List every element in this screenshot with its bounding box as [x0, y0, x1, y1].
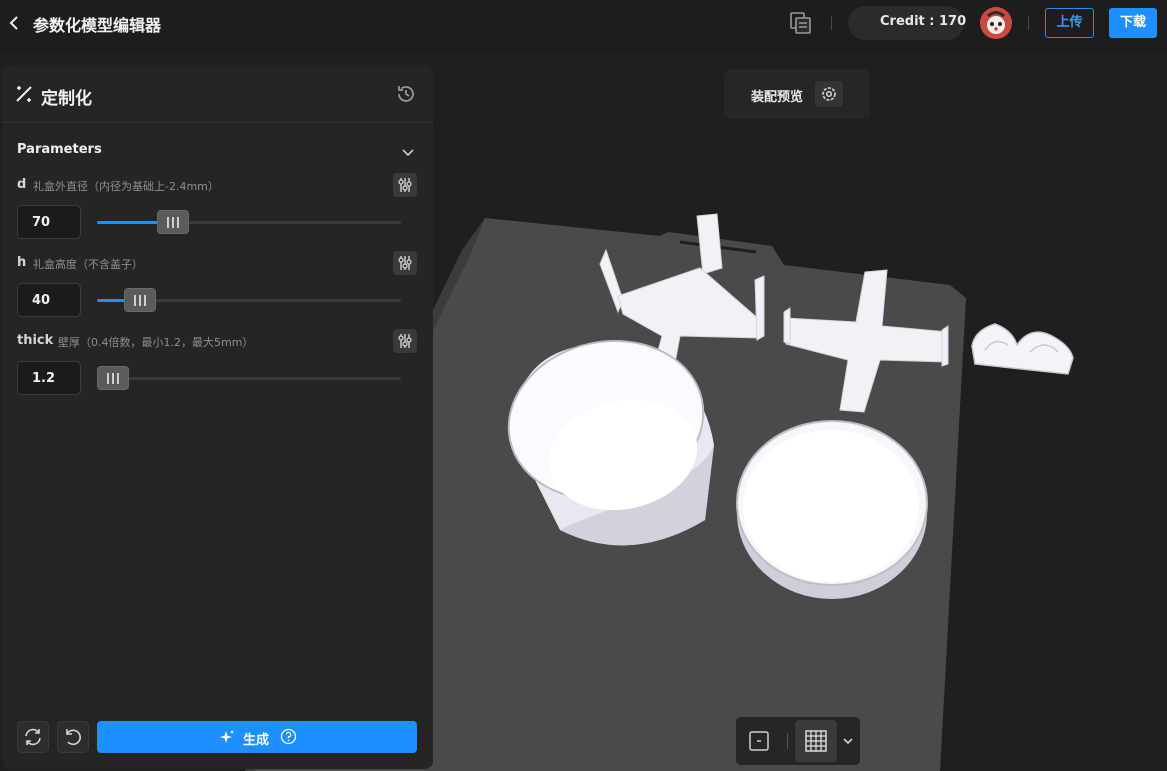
grid-view-icon[interactable] — [795, 720, 837, 762]
magic-wand-icon — [14, 84, 34, 104]
chevron-down-icon[interactable] — [401, 144, 415, 157]
panel-title: 定制化 — [41, 89, 92, 109]
param-d-input[interactable] — [17, 205, 81, 239]
slider-thumb[interactable] — [156, 210, 189, 234]
param-d-slider[interactable] — [97, 210, 401, 234]
param-h-input[interactable] — [17, 283, 81, 317]
param-name: thick — [17, 333, 54, 348]
sliders-icon[interactable] — [393, 329, 417, 353]
divider — [2, 122, 433, 123]
history-icon[interactable] — [394, 82, 418, 106]
undo-button[interactable] — [57, 721, 89, 753]
param-name: h — [17, 255, 27, 270]
param-name: d — [17, 177, 27, 192]
sliders-icon[interactable] — [393, 251, 417, 275]
generate-label: 生成 — [243, 733, 270, 748]
parameters-section-title: Parameters — [17, 142, 102, 157]
sparkle-icon — [219, 729, 235, 745]
single-view-icon[interactable] — [747, 729, 771, 753]
help-icon[interactable] — [280, 728, 297, 745]
assembly-preview-label: 装配预览 — [751, 90, 804, 105]
slider-thumb[interactable] — [97, 366, 129, 390]
slider-thumb[interactable] — [124, 288, 157, 312]
param-description: 礼盒高度（不含盖子） — [33, 258, 143, 271]
param-thick-slider[interactable] — [97, 366, 401, 390]
refresh-button[interactable] — [17, 721, 49, 753]
param-description: 壁厚（0.4倍数，最小1.2，最大5mm） — [58, 336, 254, 349]
lid-part — [736, 420, 928, 599]
bow-part — [971, 323, 1074, 375]
separator — [787, 733, 788, 749]
param-description: 礼盒外直径（内径为基础上-2.4mm） — [33, 180, 219, 193]
chevron-down-icon[interactable] — [842, 733, 854, 747]
gear-icon[interactable] — [815, 81, 843, 107]
param-thick-input[interactable] — [17, 361, 81, 395]
param-h-slider[interactable] — [97, 288, 401, 312]
sliders-icon[interactable] — [393, 173, 417, 197]
customization-panel — [2, 65, 433, 769]
